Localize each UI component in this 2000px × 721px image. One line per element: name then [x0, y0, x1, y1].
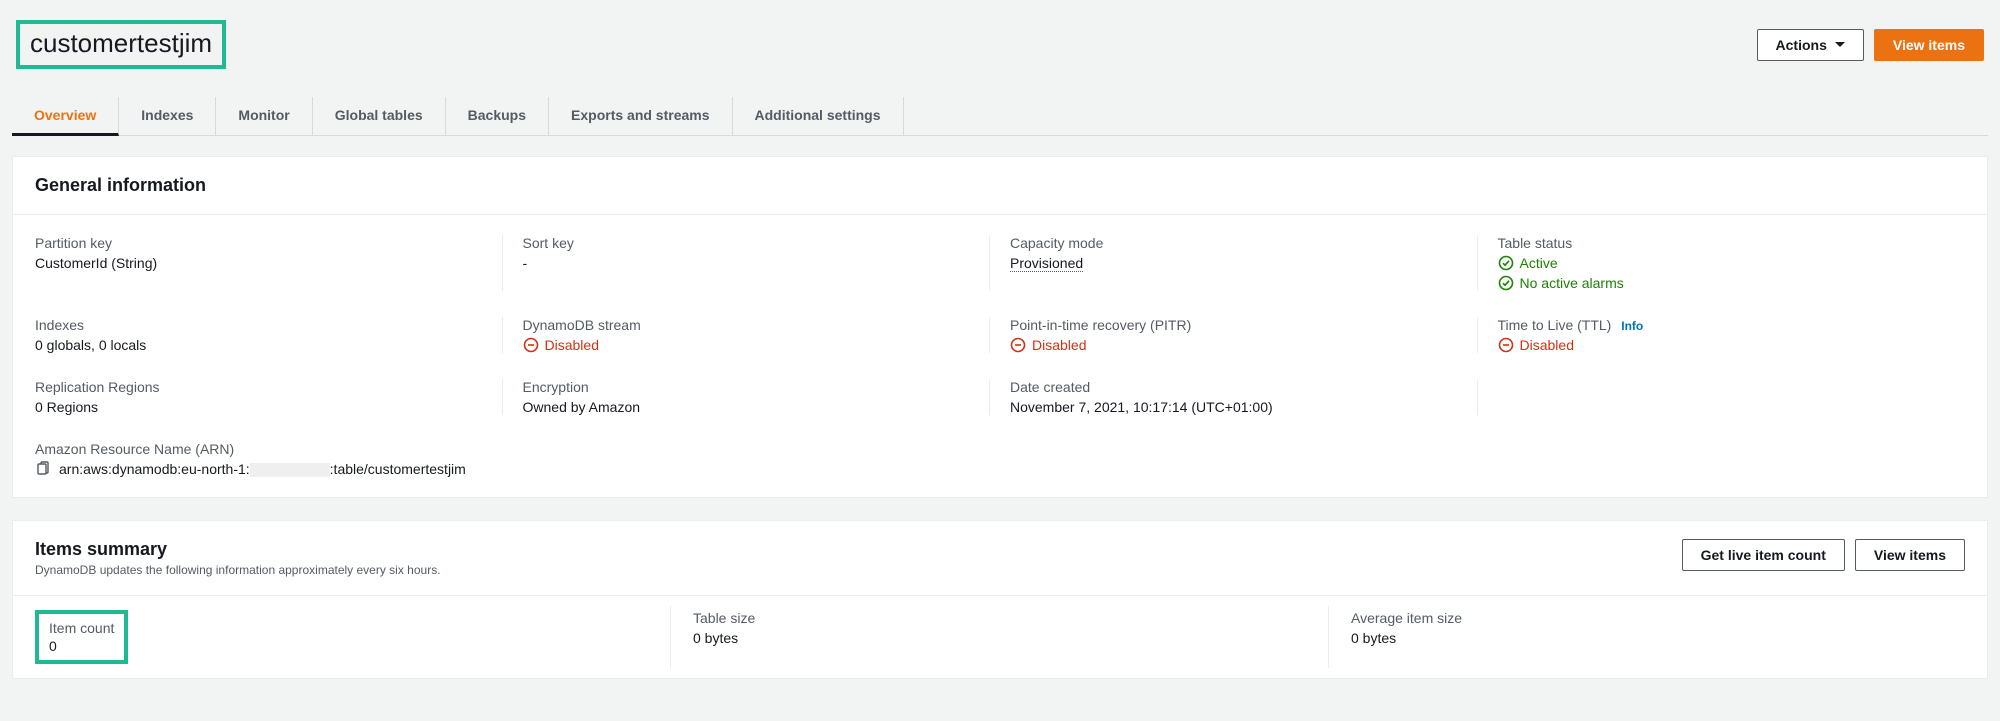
created-value: November 7, 2021, 10:17:14 (UTC+01:00): [1010, 399, 1462, 415]
page-title: customertestjim: [16, 20, 226, 69]
created-label: Date created: [1010, 379, 1462, 395]
partition-key-value: CustomerId (String): [35, 255, 487, 271]
capacity-mode-value[interactable]: Provisioned: [1010, 255, 1083, 272]
sort-key-value: -: [523, 255, 975, 271]
table-alarms: No active alarms: [1498, 275, 1950, 291]
items-summary-panel: Items summary DynamoDB updates the follo…: [12, 520, 1988, 679]
tab-additional-settings[interactable]: Additional settings: [733, 97, 904, 135]
caret-down-icon: [1835, 42, 1845, 47]
ttl-status: Disabled: [1498, 337, 1950, 353]
arn-value: arn:aws:dynamodb:eu-north-1: :table/custo…: [59, 461, 466, 477]
table-alarms-value: No active alarms: [1520, 275, 1624, 291]
stream-status: Disabled: [523, 337, 975, 353]
partition-key-label: Partition key: [35, 235, 487, 251]
encryption-value: Owned by Amazon: [523, 399, 975, 415]
arn-suffix: :table/customertestjim: [330, 461, 466, 477]
avg-size-label: Average item size: [1351, 610, 1965, 626]
pitr-value: Disabled: [1032, 337, 1086, 353]
check-circle-icon: [1498, 275, 1514, 291]
item-count-label: Item count: [49, 620, 114, 636]
tab-indexes[interactable]: Indexes: [119, 97, 216, 135]
indexes-value: 0 globals, 0 locals: [35, 337, 487, 353]
tab-backups[interactable]: Backups: [446, 97, 549, 135]
table-size-label: Table size: [693, 610, 1307, 626]
general-info-title: General information: [35, 175, 206, 196]
table-status-label: Table status: [1498, 235, 1950, 251]
tab-exports-streams[interactable]: Exports and streams: [549, 97, 733, 135]
sort-key-label: Sort key: [523, 235, 975, 251]
actions-label: Actions: [1776, 37, 1827, 53]
arn-label: Amazon Resource Name (ARN): [35, 441, 1965, 457]
ttl-label: Time to Live (TTL): [1498, 317, 1612, 333]
ttl-info-link[interactable]: Info: [1621, 319, 1643, 333]
panel-header: General information: [13, 157, 1987, 215]
check-circle-icon: [1498, 255, 1514, 271]
minus-circle-icon: [1498, 337, 1514, 353]
pitr-status: Disabled: [1010, 337, 1462, 353]
table-size-value: 0 bytes: [693, 630, 1307, 646]
view-items-button[interactable]: View items: [1874, 29, 1984, 61]
tab-global-tables[interactable]: Global tables: [313, 97, 446, 135]
items-summary-sub: DynamoDB updates the following informati…: [35, 563, 441, 577]
item-count-value: 0: [49, 638, 114, 654]
minus-circle-icon: [523, 337, 539, 353]
copy-icon[interactable]: [35, 461, 51, 477]
items-view-items-button[interactable]: View items: [1855, 539, 1965, 571]
stream-value: Disabled: [545, 337, 599, 353]
item-count-box: Item count 0: [35, 610, 128, 664]
table-status-active: Active: [1498, 255, 1950, 271]
indexes-label: Indexes: [35, 317, 487, 333]
items-summary-title: Items summary: [35, 539, 441, 560]
tab-overview[interactable]: Overview: [12, 97, 119, 136]
capacity-mode-label: Capacity mode: [1010, 235, 1462, 251]
ttl-value: Disabled: [1520, 337, 1574, 353]
actions-dropdown[interactable]: Actions: [1757, 29, 1864, 61]
general-info-panel: General information Partition key Custom…: [12, 156, 1988, 498]
tabs: Overview Indexes Monitor Global tables B…: [12, 97, 1988, 136]
minus-circle-icon: [1010, 337, 1026, 353]
pitr-label: Point-in-time recovery (PITR): [1010, 317, 1462, 333]
table-status-value: Active: [1520, 255, 1558, 271]
replication-value: 0 Regions: [35, 399, 487, 415]
stream-label: DynamoDB stream: [523, 317, 975, 333]
header-actions: Actions View items: [1757, 29, 1984, 61]
tab-monitor[interactable]: Monitor: [216, 97, 312, 135]
live-item-count-button[interactable]: Get live item count: [1682, 539, 1845, 571]
encryption-label: Encryption: [523, 379, 975, 395]
replication-label: Replication Regions: [35, 379, 487, 395]
avg-size-value: 0 bytes: [1351, 630, 1965, 646]
arn-redacted: [250, 463, 330, 477]
ttl-label-row: Time to Live (TTL) Info: [1498, 317, 1950, 333]
arn-prefix: arn:aws:dynamodb:eu-north-1:: [59, 461, 250, 477]
